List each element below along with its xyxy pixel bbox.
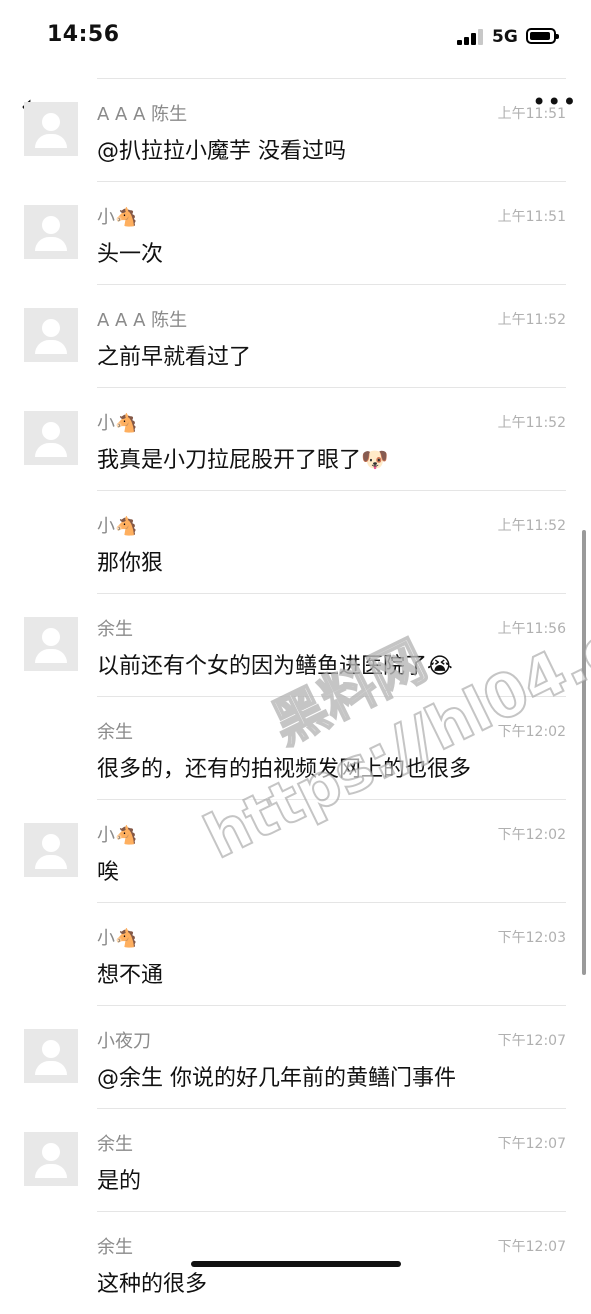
message-item[interactable]: 余生 下午12:02 很多的，还有的拍视频发网上的也很多 — [0, 696, 591, 799]
avatar[interactable] — [24, 1029, 78, 1083]
message-divider — [97, 799, 566, 800]
sender-name: 余生 — [97, 722, 133, 743]
message-item[interactable]: 小🐴 上午11:52 我真是小刀拉屁股开了眼了🐶 — [0, 387, 591, 490]
message-item[interactable]: 小🐴 上午11:52 那你狠 — [0, 490, 591, 593]
message-text[interactable]: 是的 — [97, 1163, 141, 1195]
message-item[interactable]: 余生 下午12:07 是的 — [0, 1108, 591, 1211]
message-text[interactable]: 以前还有个女的因为鳝鱼进医院了😭 — [97, 648, 453, 680]
message-text[interactable]: 想不通 — [97, 957, 163, 989]
sender-name: 小夜刀 — [97, 1031, 151, 1052]
message-divider — [97, 490, 566, 491]
cellular-signal-icon — [457, 29, 487, 45]
message-time: 上午11:51 — [497, 106, 566, 122]
message-item[interactable]: A A A 陈生 上午11:51 @扒拉拉小魔芋 没看过吗 — [0, 78, 591, 181]
avatar[interactable] — [24, 411, 78, 465]
message-text[interactable]: @余生 你说的好几年前的黄鳝门事件 — [97, 1060, 456, 1092]
home-indicator[interactable] — [191, 1261, 401, 1267]
sender-name: A A A 陈生 — [97, 104, 188, 125]
sender-name: 小🐴 — [97, 207, 138, 228]
status-bar: 14:56 5G — [0, 0, 591, 78]
scrollbar[interactable] — [582, 530, 586, 975]
message-time: 上午11:52 — [497, 312, 566, 328]
message-divider — [97, 1108, 566, 1109]
message-time: 上午11:51 — [497, 209, 566, 225]
message-time: 上午11:52 — [497, 415, 566, 431]
sender-name: 余生 — [97, 619, 133, 640]
message-item[interactable]: 小夜刀 下午12:07 @余生 你说的好几年前的黄鳝门事件 — [0, 1005, 591, 1108]
sender-name: A A A 陈生 — [97, 310, 188, 331]
message-divider — [97, 902, 566, 903]
message-time: 上午11:52 — [497, 518, 566, 534]
message-item[interactable]: 小🐴 下午12:02 唉 — [0, 799, 591, 902]
avatar[interactable] — [24, 823, 78, 877]
message-time: 下午12:07 — [497, 1136, 566, 1152]
avatar[interactable] — [24, 102, 78, 156]
avatar[interactable] — [24, 617, 78, 671]
message-time: 下午12:07 — [497, 1239, 566, 1255]
message-text[interactable]: 那你狠 — [97, 545, 163, 577]
network-type: 5G — [492, 27, 518, 47]
message-text[interactable]: 这种的很多 — [97, 1266, 207, 1298]
message-divider — [97, 593, 566, 594]
message-time: 下午12:07 — [497, 1033, 566, 1049]
message-divider — [97, 181, 566, 182]
message-time: 上午11:56 — [497, 621, 566, 637]
message-time: 下午12:02 — [497, 724, 566, 740]
avatar[interactable] — [24, 1132, 78, 1186]
message-text[interactable]: 之前早就看过了 — [97, 339, 251, 371]
battery-icon — [526, 28, 559, 44]
message-time: 下午12:02 — [497, 827, 566, 843]
message-divider — [97, 387, 566, 388]
status-time: 14:56 — [47, 22, 120, 47]
message-divider — [97, 78, 566, 79]
message-text[interactable]: 很多的，还有的拍视频发网上的也很多 — [97, 751, 471, 783]
message-list[interactable]: A A A 陈生 上午11:51 @扒拉拉小魔芋 没看过吗 小🐴 上午11:51 头一次 A… — [0, 78, 591, 1314]
message-text[interactable]: @扒拉拉小魔芋 没看过吗 — [97, 133, 346, 165]
sender-name: 小🐴 — [97, 516, 138, 537]
sender-name: 小🐴 — [97, 413, 138, 434]
message-time: 下午12:03 — [497, 930, 566, 946]
sender-name: 余生 — [97, 1237, 133, 1258]
message-divider — [97, 1211, 566, 1212]
sender-name: 小🐴 — [97, 928, 138, 949]
message-divider — [97, 696, 566, 697]
avatar[interactable] — [24, 308, 78, 362]
sender-name: 小🐴 — [97, 825, 138, 846]
message-item[interactable]: A A A 陈生 上午11:52 之前早就看过了 — [0, 284, 591, 387]
message-item[interactable]: 小🐴 下午12:03 想不通 — [0, 902, 591, 1005]
message-text[interactable]: 头一次 — [97, 236, 163, 268]
message-item[interactable]: 小🐴 上午11:51 头一次 — [0, 181, 591, 284]
message-item[interactable]: 余生 上午11:56 以前还有个女的因为鳝鱼进医院了😭 — [0, 593, 591, 696]
avatar[interactable] — [24, 205, 78, 259]
message-text[interactable]: 我真是小刀拉屁股开了眼了🐶 — [97, 442, 388, 474]
sender-name: 余生 — [97, 1134, 133, 1155]
message-divider — [97, 284, 566, 285]
message-text[interactable]: 唉 — [97, 854, 119, 886]
message-divider — [97, 1005, 566, 1006]
